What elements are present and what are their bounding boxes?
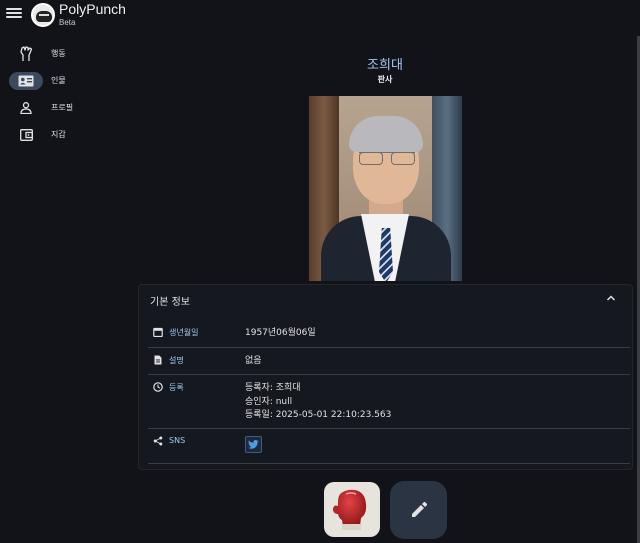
person-icon <box>9 99 43 117</box>
edit-button[interactable] <box>390 481 447 539</box>
app-subtitle: Beta <box>59 18 76 27</box>
row-label: SNS <box>169 436 186 445</box>
twitter-icon <box>248 440 259 449</box>
navigation-rail: 행동 인물 프로필 지갑 <box>0 40 110 148</box>
app-logo <box>31 3 55 27</box>
row-label: 등록 <box>169 383 184 392</box>
boxing-glove-icon <box>333 489 367 530</box>
person-photo <box>309 96 462 281</box>
chevron-up-icon[interactable] <box>606 293 616 303</box>
sidebar-item-label: 지갑 <box>51 130 66 139</box>
twitter-button[interactable] <box>245 436 262 453</box>
registered-date: 등록일: 2025-05-01 22:10:23.563 <box>245 410 392 420</box>
info-row-sns: SNS <box>148 436 630 464</box>
sidebar-item-label: 행동 <box>51 49 66 58</box>
info-row-birthdate: 생년월일 1957년06월06일 <box>148 327 630 348</box>
top-app-bar: PolyPunch Beta <box>0 0 640 32</box>
raised-fist-icon <box>9 45 43 63</box>
sidebar-item-label: 인물 <box>51 76 66 85</box>
basic-info-header[interactable]: 기본 정보 <box>139 285 634 313</box>
row-label: 설명 <box>169 356 184 365</box>
registrant: 등록자: 조희대 <box>245 383 301 393</box>
row-value: 1957년06월06일 <box>245 328 316 338</box>
clock-icon <box>153 382 163 392</box>
person-role: 판사 <box>377 75 393 84</box>
row-label: 생년월일 <box>169 328 199 337</box>
sidebar-item-action[interactable]: 행동 <box>0 40 110 67</box>
card-title: 기본 정보 <box>150 297 190 308</box>
info-row-description: 설명 없음 <box>148 355 630 375</box>
sidebar-item-wallet[interactable]: 지갑 <box>0 121 110 148</box>
pencil-icon <box>411 501 427 517</box>
sidebar-item-people[interactable]: 인물 <box>0 67 110 94</box>
id-card-icon <box>9 71 43 90</box>
row-value: 없음 <box>245 356 262 366</box>
person-name: 조희대 <box>367 58 403 73</box>
calendar-icon <box>153 327 163 337</box>
punch-button[interactable] <box>324 482 380 537</box>
info-row-registration: 등록 등록자: 조희대 승인자: null 등록일: 2025-05-01 22… <box>148 382 630 429</box>
menu-icon[interactable] <box>6 6 22 22</box>
sidebar-item-label: 프로필 <box>51 103 74 112</box>
approver: 승인자: null <box>245 396 293 407</box>
app-title: PolyPunch <box>59 1 126 17</box>
basic-info-card: 기본 정보 생년월일 1957년06월06일 설명 없음 등록 등록자: 조희대… <box>138 284 633 470</box>
sidebar-item-profile[interactable]: 프로필 <box>0 94 110 121</box>
document-icon <box>154 355 162 365</box>
wallet-icon <box>9 126 43 144</box>
share-icon <box>153 436 163 446</box>
